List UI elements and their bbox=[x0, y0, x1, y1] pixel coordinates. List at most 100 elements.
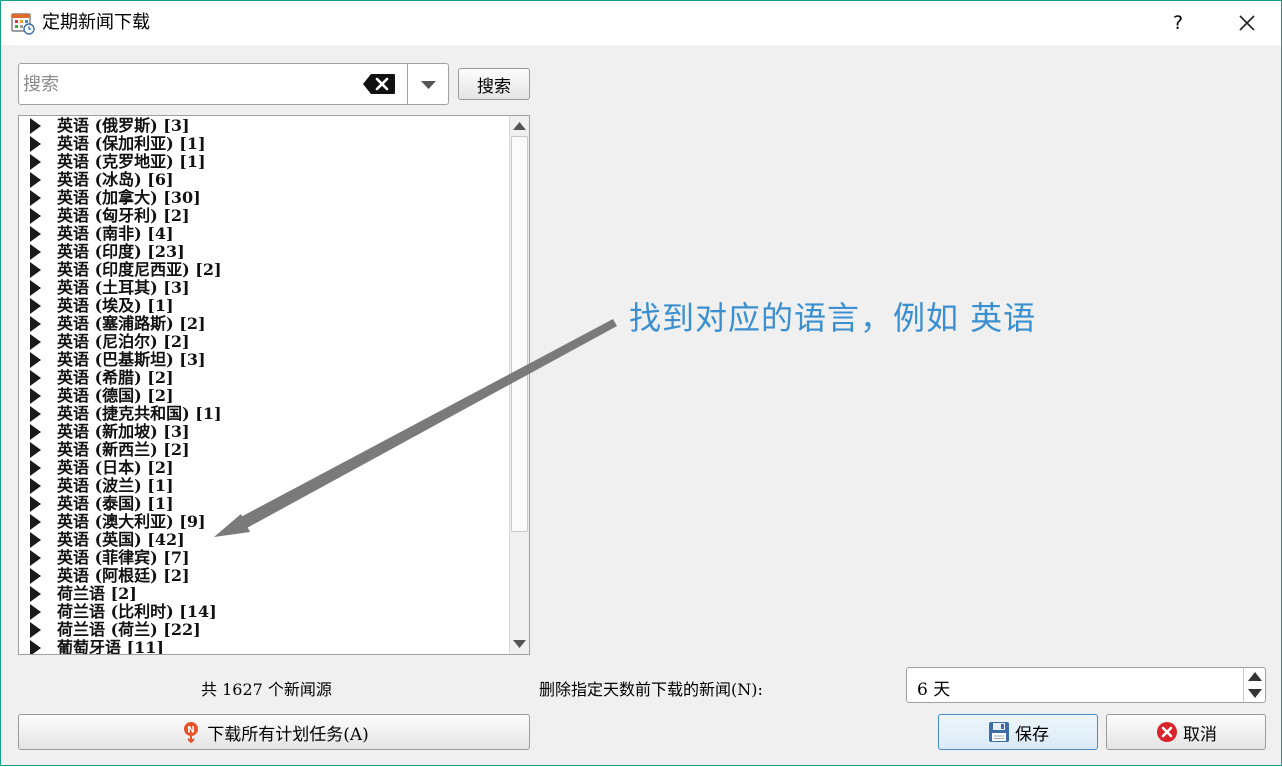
tree-item-label: 英语 (澳大利亚) [9] bbox=[57, 512, 206, 531]
expand-arrow-icon[interactable] bbox=[30, 334, 41, 350]
expand-arrow-icon[interactable] bbox=[30, 172, 41, 188]
expand-arrow-icon[interactable] bbox=[30, 406, 41, 422]
expand-arrow-icon[interactable] bbox=[30, 388, 41, 404]
expand-arrow-icon[interactable] bbox=[30, 604, 41, 620]
expand-arrow-icon[interactable] bbox=[30, 568, 41, 584]
scrollbar-thumb[interactable] bbox=[511, 136, 528, 532]
cancel-icon bbox=[1157, 722, 1177, 742]
tree-item[interactable]: 英语 (埃及) [1] bbox=[19, 296, 509, 315]
tree-item-label: 英语 (保加利亚) [1] bbox=[57, 134, 206, 153]
scroll-up-icon[interactable] bbox=[510, 116, 529, 136]
expand-arrow-icon[interactable] bbox=[30, 244, 41, 260]
delete-days-spinbox[interactable]: 6 天 bbox=[906, 667, 1266, 703]
expand-arrow-icon[interactable] bbox=[30, 424, 41, 440]
tree-item-label: 英语 (南非) [4] bbox=[57, 224, 174, 243]
tree-item[interactable]: 荷兰语 (荷兰) [22] bbox=[19, 620, 509, 639]
tree-item[interactable]: 荷兰语 (比利时) [14] bbox=[19, 602, 509, 621]
tree-item-label: 英语 (泰国) [1] bbox=[57, 494, 174, 513]
expand-arrow-icon[interactable] bbox=[30, 460, 41, 476]
tree-item[interactable]: 英语 (塞浦路斯) [2] bbox=[19, 314, 509, 333]
tree-item-label: 英语 (捷克共和国) [1] bbox=[57, 404, 222, 423]
tree-item-label: 英语 (俄罗斯) [3] bbox=[57, 116, 190, 135]
tree-item-label: 英语 (日本) [2] bbox=[57, 458, 174, 477]
tree-item[interactable]: 英语 (克罗地亚) [1] bbox=[19, 152, 509, 171]
tree-item[interactable]: 英语 (阿根廷) [2] bbox=[19, 566, 509, 585]
cancel-label: 取消 bbox=[1183, 724, 1217, 745]
svg-text:N: N bbox=[187, 726, 195, 736]
tree-item-label: 英语 (克罗地亚) [1] bbox=[57, 152, 206, 171]
tree-item[interactable]: 英语 (日本) [2] bbox=[19, 458, 509, 477]
tree-item[interactable]: 英语 (匈牙利) [2] bbox=[19, 206, 509, 225]
expand-arrow-icon[interactable] bbox=[30, 496, 41, 512]
news-source-tree: 英语 (俄罗斯) [3] 英语 (保加利亚) [1] 英语 (克罗地亚) [1] 英语… bbox=[18, 115, 530, 655]
save-button[interactable]: 保存 bbox=[938, 714, 1098, 750]
delete-days-label: 删除指定天数前下载的新闻(N): bbox=[539, 680, 763, 699]
help-button[interactable]: ? bbox=[1167, 10, 1189, 36]
tree-item[interactable]: 英语 (泰国) [1] bbox=[19, 494, 509, 513]
search-input[interactable] bbox=[23, 68, 363, 100]
tree-item[interactable]: 英语 (捷克共和国) [1] bbox=[19, 404, 509, 423]
tree-item[interactable]: 英语 (菲律宾) [7] bbox=[19, 548, 509, 567]
tree-item[interactable]: 英语 (波兰) [1] bbox=[19, 476, 509, 495]
expand-arrow-icon[interactable] bbox=[30, 532, 41, 548]
tree-item[interactable]: 英语 (保加利亚) [1] bbox=[19, 134, 509, 153]
tree-item[interactable]: 英语 (新加坡) [3] bbox=[19, 422, 509, 441]
tree-item[interactable]: 英语 (冰岛) [6] bbox=[19, 170, 509, 189]
expand-arrow-icon[interactable] bbox=[30, 586, 41, 602]
tree-item[interactable]: 英语 (德国) [2] bbox=[19, 386, 509, 405]
tree-item-label: 英语 (新西兰) [2] bbox=[57, 440, 190, 459]
chevron-down-icon[interactable] bbox=[408, 64, 449, 104]
tree-item-label: 英语 (波兰) [1] bbox=[57, 476, 174, 495]
expand-arrow-icon[interactable] bbox=[30, 118, 41, 134]
tree-item[interactable]: 荷兰语 [2] bbox=[19, 584, 509, 603]
expand-arrow-icon[interactable] bbox=[30, 316, 41, 332]
expand-arrow-icon[interactable] bbox=[30, 478, 41, 494]
expand-arrow-icon[interactable] bbox=[30, 298, 41, 314]
tree-item[interactable]: 英语 (希腊) [2] bbox=[19, 368, 509, 387]
expand-arrow-icon[interactable] bbox=[30, 190, 41, 206]
expand-arrow-icon[interactable] bbox=[30, 352, 41, 368]
tree-item[interactable]: 英语 (印度) [23] bbox=[19, 242, 509, 261]
expand-arrow-icon[interactable] bbox=[30, 514, 41, 530]
tree-items: 英语 (俄罗斯) [3] 英语 (保加利亚) [1] 英语 (克罗地亚) [1] 英语… bbox=[19, 116, 509, 654]
expand-arrow-icon[interactable] bbox=[30, 262, 41, 278]
tree-item-label: 英语 (匈牙利) [2] bbox=[57, 206, 190, 225]
title-bar: 定期新闻下载 ? bbox=[1, 1, 1281, 45]
vertical-scrollbar[interactable] bbox=[509, 116, 529, 654]
expand-arrow-icon[interactable] bbox=[30, 442, 41, 458]
expand-arrow-icon[interactable] bbox=[30, 208, 41, 224]
tree-item[interactable]: 英语 (巴基斯坦) [3] bbox=[19, 350, 509, 369]
expand-arrow-icon[interactable] bbox=[30, 154, 41, 170]
close-icon[interactable] bbox=[1233, 9, 1261, 37]
tree-item[interactable]: 英语 (加拿大) [30] bbox=[19, 188, 509, 207]
tree-item[interactable]: 英语 (南非) [4] bbox=[19, 224, 509, 243]
decrement-icon[interactable] bbox=[1244, 685, 1266, 702]
save-label: 保存 bbox=[1015, 724, 1049, 745]
increment-icon[interactable] bbox=[1244, 668, 1266, 685]
tree-item-label: 英语 (印度) [23] bbox=[57, 242, 185, 261]
tree-item-label: 荷兰语 (比利时) [14] bbox=[57, 602, 217, 621]
expand-arrow-icon[interactable] bbox=[30, 370, 41, 386]
clear-icon[interactable] bbox=[362, 73, 396, 95]
tree-item[interactable]: 英语 (土耳其) [3] bbox=[19, 278, 509, 297]
download-all-label: 下载所有计划任务(A) bbox=[207, 724, 369, 745]
tree-item[interactable]: 英语 (俄罗斯) [3] bbox=[19, 116, 509, 135]
download-all-button[interactable]: N 下载所有计划任务(A) bbox=[18, 714, 530, 750]
search-button[interactable]: 搜索 bbox=[458, 68, 530, 100]
expand-arrow-icon[interactable] bbox=[30, 136, 41, 152]
expand-arrow-icon[interactable] bbox=[30, 640, 41, 654]
expand-arrow-icon[interactable] bbox=[30, 226, 41, 242]
expand-arrow-icon[interactable] bbox=[30, 550, 41, 566]
expand-arrow-icon[interactable] bbox=[30, 622, 41, 638]
tree-item-label: 荷兰语 [2] bbox=[57, 584, 137, 603]
cancel-button[interactable]: 取消 bbox=[1106, 714, 1266, 750]
tree-item-label: 英语 (尼泊尔) [2] bbox=[57, 332, 190, 351]
tree-item[interactable]: 英语 (印度尼西亚) [2] bbox=[19, 260, 509, 279]
tree-item[interactable]: 葡萄牙语 [11] bbox=[19, 638, 509, 654]
tree-item[interactable]: 英语 (澳大利亚) [9] bbox=[19, 512, 509, 531]
tree-item[interactable]: 英语 (尼泊尔) [2] bbox=[19, 332, 509, 351]
expand-arrow-icon[interactable] bbox=[30, 280, 41, 296]
scroll-down-icon[interactable] bbox=[510, 634, 529, 654]
tree-item[interactable]: 英语 (新西兰) [2] bbox=[19, 440, 509, 459]
tree-item[interactable]: 英语 (英国) [42] bbox=[19, 530, 509, 549]
